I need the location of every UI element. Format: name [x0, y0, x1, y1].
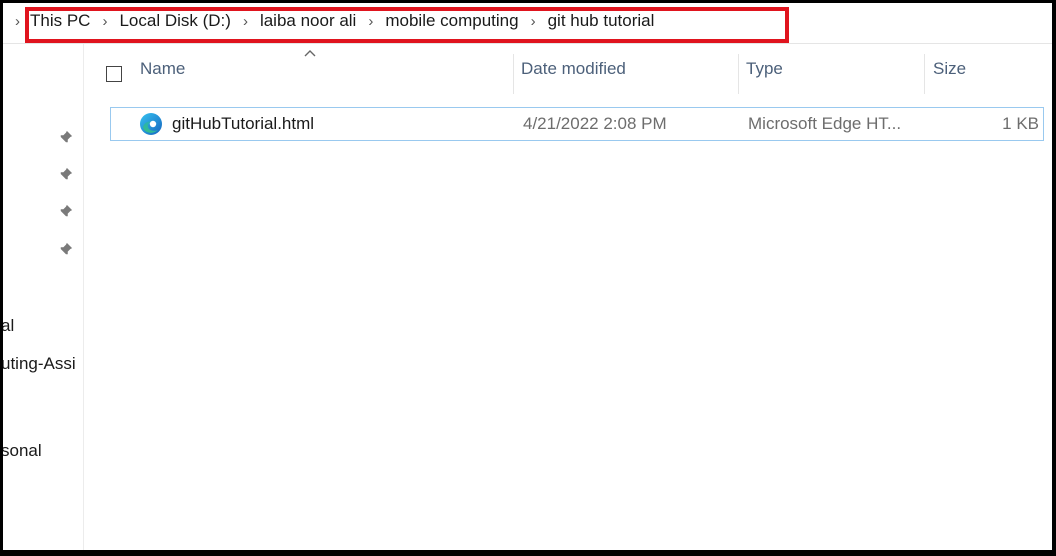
pin-icon[interactable]	[59, 167, 73, 181]
nav-item[interactable]: sonal	[3, 441, 42, 461]
file-size: 1 KB	[1002, 114, 1039, 133]
file-row[interactable]: gitHubTutorial.html 4/21/2022 2:08 PM Mi…	[110, 107, 1044, 141]
navigation-pane: al uting-Assi sonal	[3, 44, 84, 550]
pin-icon[interactable]	[59, 204, 73, 218]
column-header-name[interactable]: Name	[140, 44, 185, 94]
breadcrumb-item-this-pc[interactable]: This PC	[30, 11, 90, 31]
column-header-size[interactable]: Size	[933, 44, 966, 94]
pin-icon[interactable]	[59, 130, 73, 144]
breadcrumb-item-laiba-noor-ali[interactable]: laiba noor ali	[260, 11, 356, 31]
sort-ascending-icon	[304, 50, 316, 57]
column-header-row: Name Date modified Type Size	[84, 44, 1052, 94]
chevron-right-icon[interactable]: ›	[368, 13, 373, 30]
file-explorer-window: › This PC › Local Disk (D:) › laiba noor…	[3, 3, 1052, 550]
file-date-modified: 4/21/2022 2:08 PM	[523, 114, 667, 133]
column-header-date-modified[interactable]: Date modified	[521, 44, 626, 94]
file-name[interactable]: gitHubTutorial.html	[172, 108, 314, 140]
chevron-right-icon[interactable]: ›	[531, 13, 536, 30]
breadcrumb-item-git-hub-tutorial[interactable]: git hub tutorial	[548, 11, 655, 31]
address-bar[interactable]: › This PC › Local Disk (D:) › laiba noor…	[3, 3, 1052, 44]
breadcrumb-item-mobile-computing[interactable]: mobile computing	[385, 11, 518, 31]
breadcrumb: › This PC › Local Disk (D:) › laiba noor…	[15, 3, 654, 39]
edge-icon	[140, 113, 162, 135]
nav-item[interactable]: uting-Assi	[3, 354, 76, 374]
breadcrumb-item-local-disk[interactable]: Local Disk (D:)	[119, 11, 230, 31]
chevron-right-icon[interactable]: ›	[102, 13, 107, 30]
chevron-right-icon[interactable]: ›	[15, 13, 20, 30]
column-divider[interactable]	[738, 54, 739, 94]
column-header-type[interactable]: Type	[746, 44, 783, 94]
pin-icon[interactable]	[59, 242, 73, 256]
chevron-right-icon[interactable]: ›	[243, 13, 248, 30]
select-all-checkbox[interactable]	[106, 66, 122, 82]
file-type: Microsoft Edge HT...	[748, 114, 902, 133]
column-divider[interactable]	[924, 54, 925, 94]
nav-item[interactable]: al	[3, 316, 14, 336]
column-divider[interactable]	[513, 54, 514, 94]
